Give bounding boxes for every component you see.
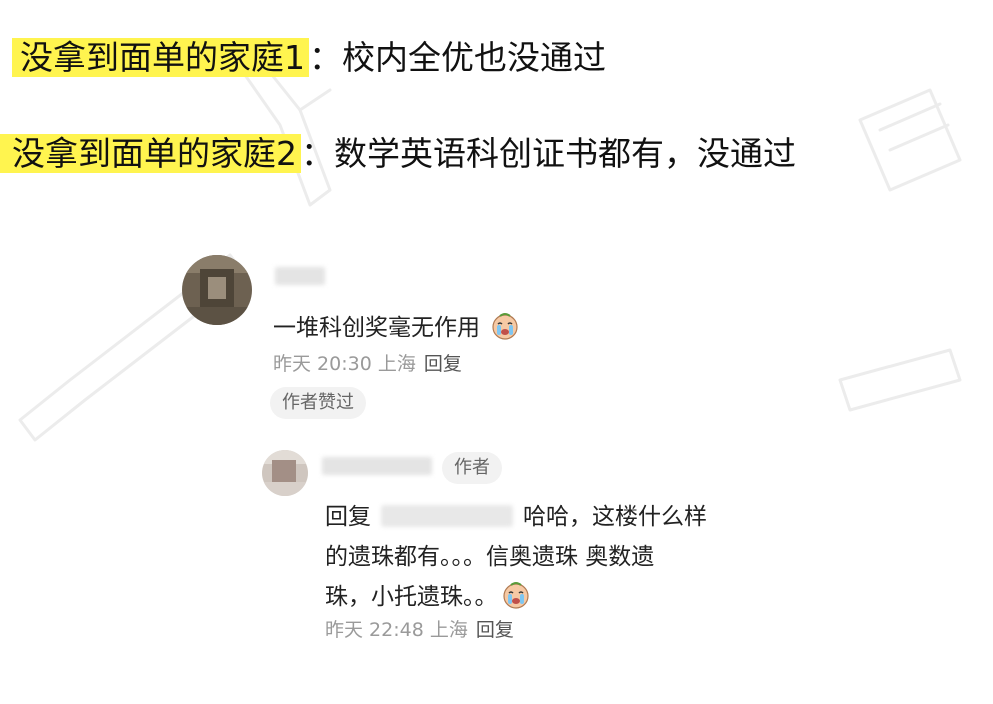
headline-1: 没拿到面单的家庭1 ：校内全优也没通过 — [12, 28, 606, 88]
mention-redacted[interactable] — [381, 505, 513, 527]
reply-line-1: 回复 哈哈，这楼什么样 — [325, 497, 707, 537]
author-tag: 作者 — [442, 452, 502, 484]
reply-line-2: 的遗珠都有。。。信奥遗珠 奥数遗 — [325, 544, 655, 570]
reply-line-3-text: 珠，小托遗珠。。 — [325, 584, 498, 610]
reply-line-1-rest: 哈哈，这楼什么样 — [523, 504, 707, 530]
username-redacted[interactable] — [275, 267, 325, 285]
crying-face-emoji-icon — [502, 582, 529, 609]
reply-avatar[interactable] — [262, 450, 308, 496]
crying-face-emoji-icon — [492, 313, 518, 340]
headline-2: 没拿到面单的家庭2 ：数学英语科创证书都有，没通过 — [0, 124, 796, 184]
reply-line-3: 珠，小托遗珠。。 — [325, 577, 707, 617]
reply-meta: 昨天 22:48 上海 回复 — [325, 615, 514, 642]
comment-screenshot: 一堆科创奖毫无作用 昨天 20:30 上海 回复 作者赞过 作者 回复 哈哈，这楼什… — [170, 235, 830, 690]
avatar[interactable] — [182, 255, 252, 325]
headline-2-highlight: 没拿到面单的家庭2 — [0, 134, 301, 173]
author-liked-badge: 作者赞过 — [270, 387, 366, 419]
reply-time: 昨天 22:48 上海 — [325, 619, 468, 641]
headline-2-rest: ：数学英语科创证书都有，没通过 — [301, 134, 796, 173]
headline-1-highlight: 没拿到面单的家庭1 — [12, 38, 309, 77]
reply-button[interactable]: 回复 — [424, 353, 462, 375]
comment-text-row: 一堆科创奖毫无作用 — [273, 308, 519, 342]
comment-time: 昨天 20:30 上海 — [273, 353, 416, 375]
reply-reply-button[interactable]: 回复 — [476, 619, 514, 641]
comment-text: 一堆科创奖毫无作用 — [273, 315, 480, 341]
reply-text: 回复 哈哈，这楼什么样 的遗珠都有。。。信奥遗珠 奥数遗 珠，小托遗珠。。 — [325, 497, 707, 617]
comment-meta: 昨天 20:30 上海 回复 — [273, 349, 462, 376]
reply-prefix: 回复 — [325, 504, 371, 530]
reply-username-redacted[interactable] — [322, 457, 432, 475]
headline-1-rest: ：校内全优也没通过 — [309, 38, 606, 77]
